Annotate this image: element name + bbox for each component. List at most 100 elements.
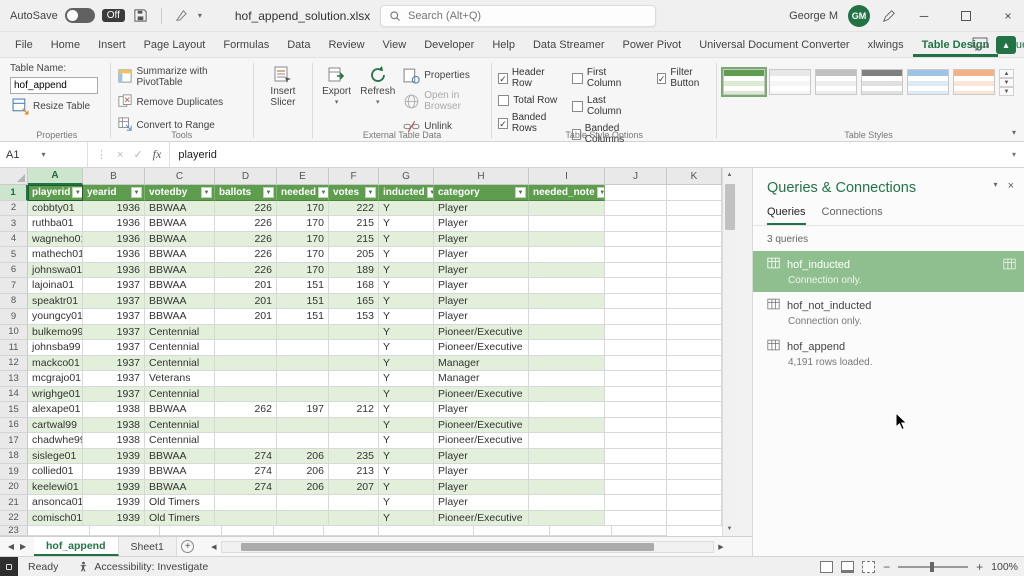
cell-J14[interactable] (605, 387, 667, 403)
cell-F2[interactable]: 222 (329, 201, 379, 217)
column-header-F[interactable]: F (329, 168, 379, 185)
cell-F6[interactable]: 189 (329, 263, 379, 279)
header-cell-playerid[interactable]: playerid▼ (28, 185, 83, 201)
cell-H13[interactable]: Manager (434, 371, 529, 387)
cell-G10[interactable]: Y (379, 325, 434, 341)
cell-E18[interactable]: 206 (277, 449, 329, 465)
horizontal-scroll-thumb[interactable] (241, 543, 654, 551)
cell-K16[interactable] (667, 418, 722, 434)
quick-access-icon[interactable] (173, 7, 191, 25)
cell-B16[interactable]: 1938 (83, 418, 145, 434)
cell-E19[interactable]: 206 (277, 464, 329, 480)
cell-F17[interactable] (329, 433, 379, 449)
cell-I5[interactable] (529, 247, 605, 263)
column-header-E[interactable]: E (277, 168, 329, 185)
cell-G15[interactable]: Y (379, 402, 434, 418)
cell-J7[interactable] (605, 278, 667, 294)
refresh-button[interactable]: Refresh ▾ (358, 63, 397, 136)
cell-D14[interactable] (215, 387, 277, 403)
cell-D18[interactable]: 274 (215, 449, 277, 465)
restore-button[interactable] (950, 0, 982, 32)
cell-F21[interactable] (329, 495, 379, 511)
scroll-up-icon[interactable]: ▲ (727, 168, 733, 182)
cell-J9[interactable] (605, 309, 667, 325)
cell-G13[interactable]: Y (379, 371, 434, 387)
cell-K1[interactable] (667, 185, 722, 201)
cell-D12[interactable] (215, 356, 277, 372)
cell-K5[interactable] (667, 247, 722, 263)
cell-G20[interactable]: Y (379, 480, 434, 496)
cell-J1[interactable] (605, 185, 667, 201)
cell-partial[interactable] (160, 526, 222, 536)
insert-slicer-button[interactable]: Insert Slicer (260, 63, 306, 108)
cell-C18[interactable]: BBWAA (145, 449, 215, 465)
cell-D22[interactable] (215, 511, 277, 527)
cell-K11[interactable] (667, 340, 722, 356)
checkbox-box[interactable]: ✓ (498, 73, 508, 84)
cell-K22[interactable] (667, 511, 722, 527)
checkbox-box[interactable] (572, 101, 583, 112)
cell-F16[interactable] (329, 418, 379, 434)
cell-I15[interactable] (529, 402, 605, 418)
filter-button[interactable]: ▼ (515, 187, 526, 198)
ribbon-tab-review[interactable]: Review (319, 34, 373, 57)
cell-G9[interactable]: Y (379, 309, 434, 325)
cell-F4[interactable]: 215 (329, 232, 379, 248)
cell-A10[interactable]: bulkemo99 (28, 325, 83, 341)
cell-E10[interactable] (277, 325, 329, 341)
cell-I4[interactable] (529, 232, 605, 248)
formula-drag-handle[interactable]: ⋮ (96, 148, 107, 161)
ribbon-tab-view[interactable]: View (374, 34, 416, 57)
cell-C19[interactable]: BBWAA (145, 464, 215, 480)
cell-F12[interactable] (329, 356, 379, 372)
cell-C21[interactable]: Old Timers (145, 495, 215, 511)
header-cell-category[interactable]: category▼ (434, 185, 529, 201)
cell-J16[interactable] (605, 418, 667, 434)
cell-G7[interactable]: Y (379, 278, 434, 294)
cell-K20[interactable] (667, 480, 722, 496)
cell-C12[interactable]: Centennial (145, 356, 215, 372)
cell-G16[interactable]: Y (379, 418, 434, 434)
user-name[interactable]: George M (789, 10, 838, 22)
cell-A19[interactable]: collied01 (28, 464, 83, 480)
cell-J6[interactable] (605, 263, 667, 279)
zoom-slider-thumb[interactable] (930, 562, 934, 572)
row-header-12[interactable]: 12 (0, 356, 28, 372)
row-header-16[interactable]: 16 (0, 418, 28, 434)
ribbon-tab-xlwings[interactable]: xlwings (859, 34, 913, 57)
cell-K8[interactable] (667, 294, 722, 310)
cell-E2[interactable]: 170 (277, 201, 329, 217)
cell-C7[interactable]: BBWAA (145, 278, 215, 294)
cell-G18[interactable]: Y (379, 449, 434, 465)
cell-F7[interactable]: 168 (329, 278, 379, 294)
export-button[interactable]: Export ▾ (319, 63, 355, 136)
cell-E14[interactable] (277, 387, 329, 403)
filter-button[interactable]: ▼ (318, 187, 329, 198)
cell-partial[interactable] (274, 526, 324, 536)
cell-G19[interactable]: Y (379, 464, 434, 480)
row-header-1[interactable]: 1 (0, 185, 28, 201)
cell-H15[interactable]: Player (434, 402, 529, 418)
header-cell-inducted[interactable]: inducted▼ (379, 185, 434, 201)
cell-partial[interactable] (28, 526, 90, 536)
accessibility-status[interactable]: Accessibility: Investigate (68, 561, 218, 573)
cell-J11[interactable] (605, 340, 667, 356)
cell-I13[interactable] (529, 371, 605, 387)
cell-C13[interactable]: Veterans (145, 371, 215, 387)
cell-K9[interactable] (667, 309, 722, 325)
page-break-view-icon[interactable] (862, 561, 875, 573)
cell-H16[interactable]: Pioneer/Executive (434, 418, 529, 434)
cell-K19[interactable] (667, 464, 722, 480)
column-header-B[interactable]: B (83, 168, 145, 185)
row-header-9[interactable]: 9 (0, 309, 28, 325)
cell-C5[interactable]: BBWAA (145, 247, 215, 263)
gallery-up-icon[interactable]: ▲ (999, 69, 1014, 78)
cell-B7[interactable]: 1937 (83, 278, 145, 294)
cell-E7[interactable]: 151 (277, 278, 329, 294)
cell-D2[interactable]: 226 (215, 201, 277, 217)
cell-I9[interactable] (529, 309, 605, 325)
cell-D5[interactable]: 226 (215, 247, 277, 263)
cell-K3[interactable] (667, 216, 722, 232)
scroll-down-icon[interactable]: ▼ (727, 522, 733, 536)
filter-button[interactable]: ▼ (131, 187, 142, 198)
